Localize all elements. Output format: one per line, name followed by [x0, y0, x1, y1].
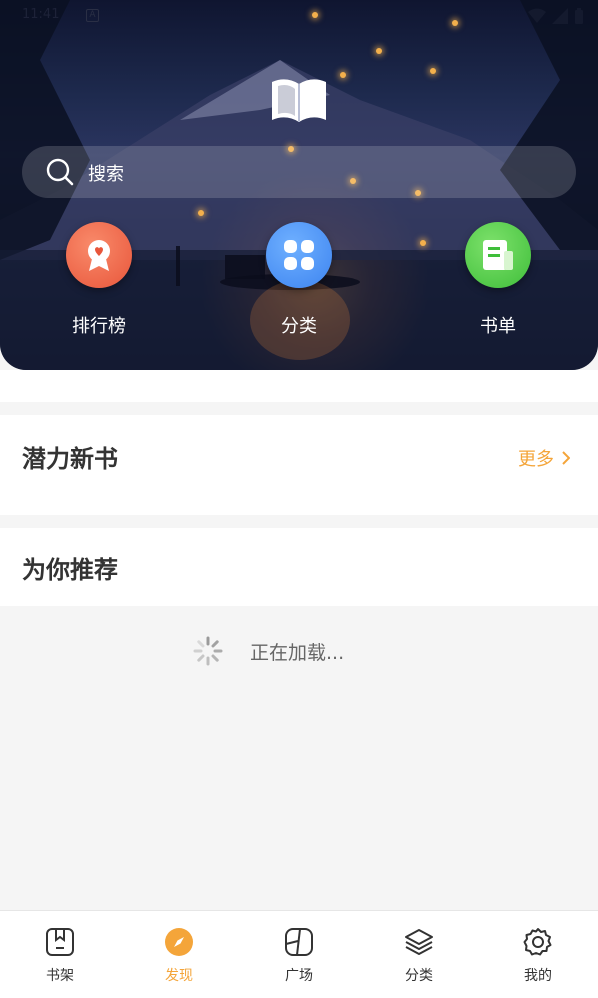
nav-square[interactable]: 广场 [239, 911, 359, 998]
book-logo-icon [272, 79, 326, 122]
bookshelf-icon [46, 928, 74, 956]
wifi-icon [528, 8, 546, 23]
more-label: 更多 [518, 449, 554, 470]
chevron-right-icon [562, 451, 570, 465]
firefly [376, 48, 382, 54]
gear-icon [523, 928, 552, 956]
more-button[interactable]: 更多 [518, 445, 570, 471]
ranking-label: 排行榜 [72, 316, 126, 337]
bottom-nav: 书架 发现 广场 分类 我的 [0, 910, 598, 998]
new-books-title: 潜力新书 [22, 445, 118, 473]
search-bar[interactable]: 搜索 [22, 146, 576, 198]
firefly [430, 68, 436, 74]
ranking-entry[interactable]: 排行榜 [54, 222, 144, 342]
ranking-icon-badge [66, 222, 132, 288]
booklist-label: 书单 [480, 316, 516, 337]
booklist-icon [483, 240, 513, 270]
square-icon [285, 928, 313, 956]
category-entry[interactable]: 分类 [254, 222, 344, 342]
nav-discover[interactable]: 发现 [119, 911, 239, 998]
search-placeholder: 搜索 [88, 164, 124, 185]
firefly [420, 240, 426, 246]
firefly [340, 72, 346, 78]
battery-icon [575, 8, 583, 24]
firefly [198, 210, 204, 216]
notification-icon: A [86, 9, 99, 22]
category-icon-badge [266, 222, 332, 288]
nav-category-label: 分类 [405, 968, 433, 984]
nav-discover-label: 发现 [165, 968, 193, 984]
status-bar: 11:41 A [0, 0, 598, 32]
layers-icon [405, 929, 433, 955]
nav-square-label: 广场 [285, 968, 313, 984]
recommend-section: 为你推荐 [0, 528, 598, 606]
category-grid-icon [284, 240, 314, 270]
spacer [0, 370, 598, 402]
booklist-icon-badge [465, 222, 531, 288]
status-icons [528, 8, 584, 24]
category-label: 分类 [281, 316, 317, 337]
ranking-ribbon-icon [88, 240, 110, 271]
compass-icon [165, 928, 193, 956]
loading-area: 正在加载... [0, 606, 598, 910]
loading-text: 正在加载... [250, 642, 345, 664]
new-books-section: 潜力新书 更多 [0, 415, 598, 515]
recommend-title: 为你推荐 [22, 556, 118, 584]
nav-category[interactable]: 分类 [359, 911, 479, 998]
search-icon [46, 158, 74, 186]
nav-bookshelf[interactable]: 书架 [0, 911, 120, 998]
nav-bookshelf-label: 书架 [46, 968, 74, 984]
nav-mine[interactable]: 我的 [478, 911, 598, 998]
signal-icon [552, 8, 568, 24]
discover-header: 11:41 A 搜索 排行榜 分类 书单 [0, 0, 598, 370]
nav-mine-label: 我的 [524, 968, 552, 984]
loading-spinner-icon [193, 636, 223, 666]
status-time: 11:41 [22, 7, 60, 22]
booklist-entry[interactable]: 书单 [453, 222, 543, 342]
